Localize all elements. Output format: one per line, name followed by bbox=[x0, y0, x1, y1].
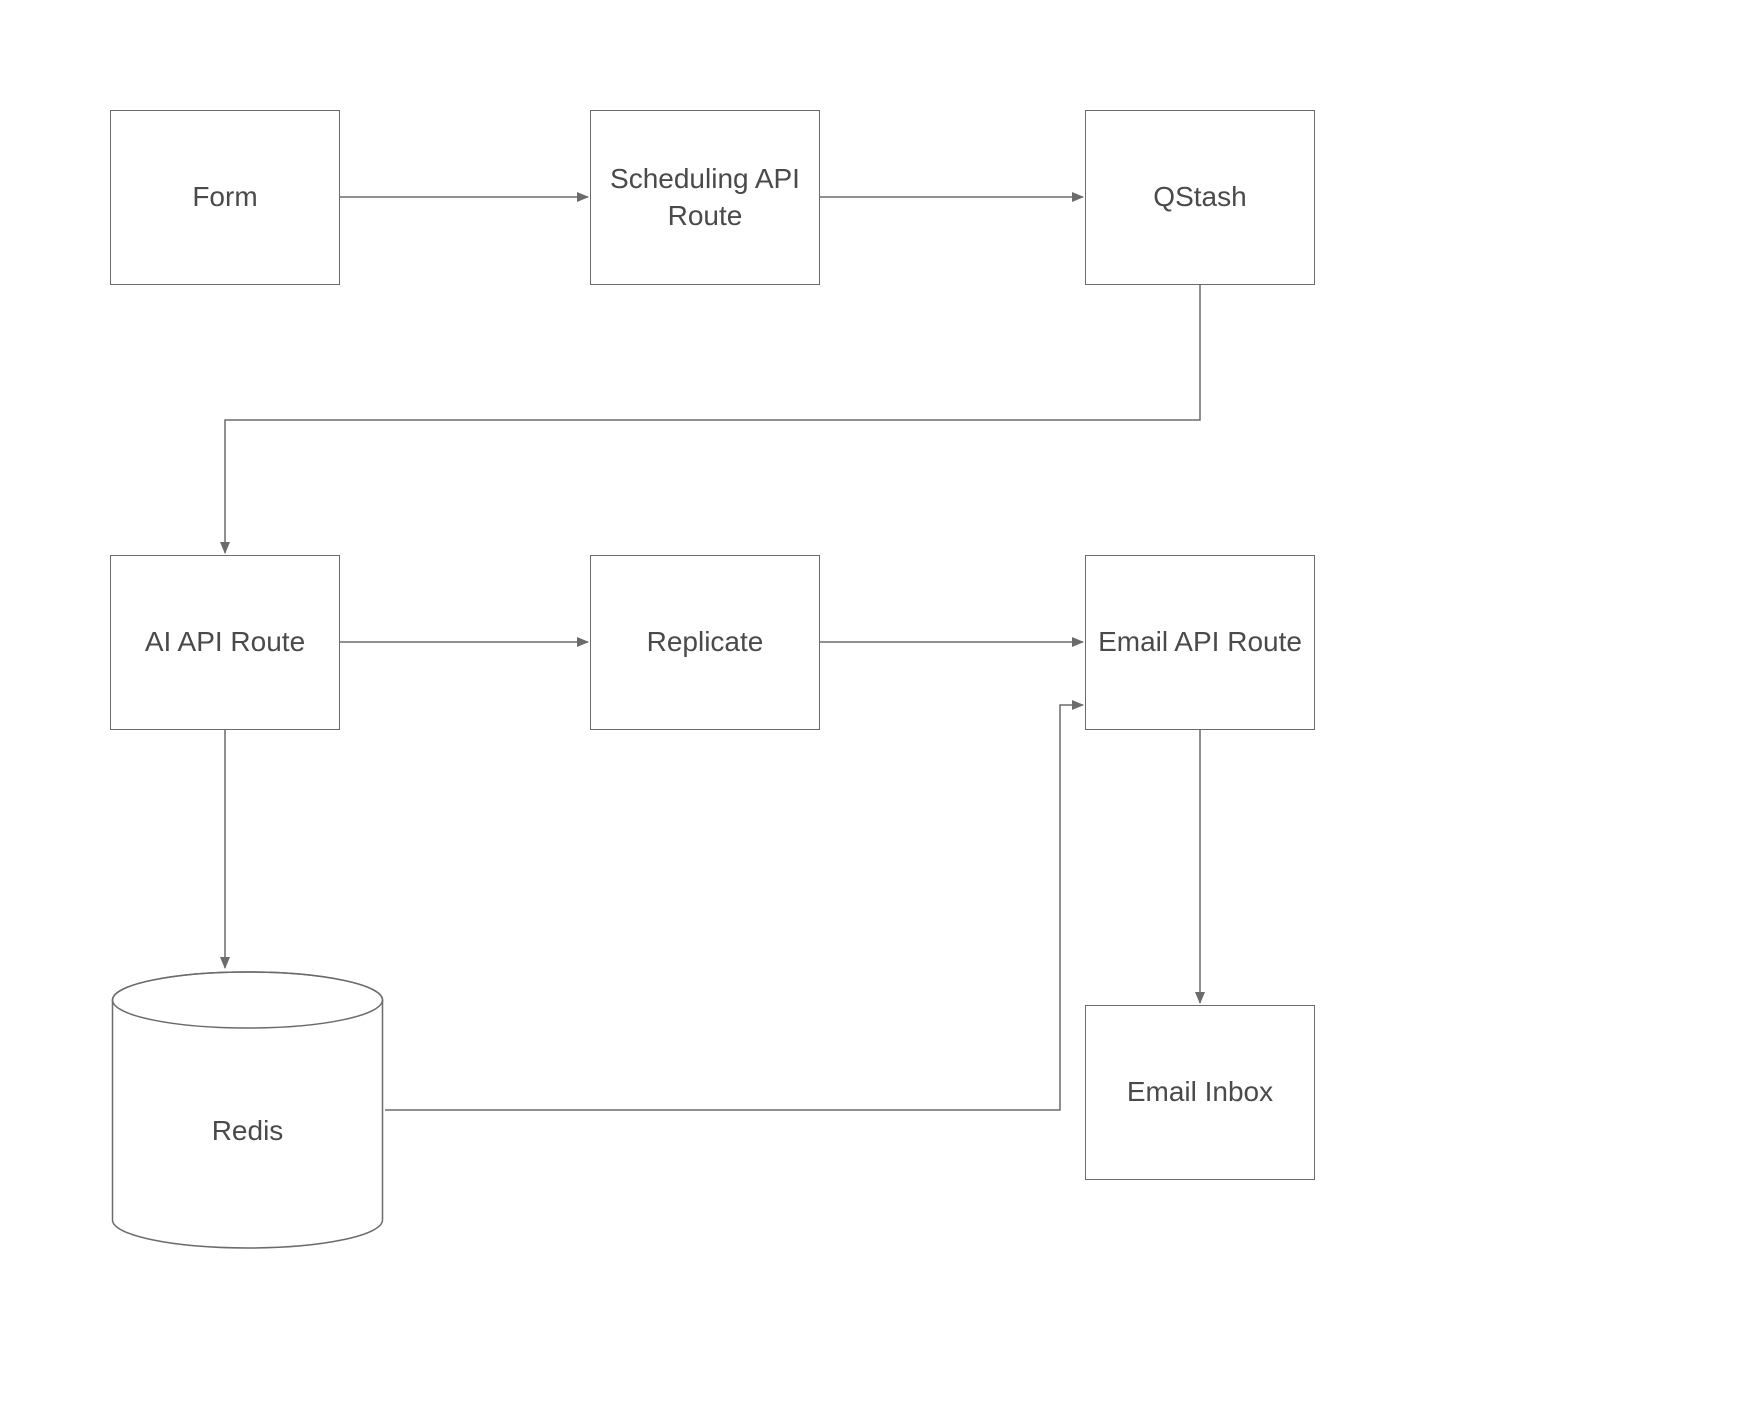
edge-qstash-to-ai-api bbox=[225, 285, 1200, 553]
node-label: QStash bbox=[1153, 179, 1246, 215]
node-label: Redis bbox=[110, 1115, 385, 1147]
node-ai-api-route: AI API Route bbox=[110, 555, 340, 730]
flowchart-diagram: Form Scheduling API Route QStash AI API … bbox=[0, 0, 1755, 1422]
node-email-inbox: Email Inbox bbox=[1085, 1005, 1315, 1180]
node-redis: Redis bbox=[110, 970, 385, 1250]
node-qstash: QStash bbox=[1085, 110, 1315, 285]
node-replicate: Replicate bbox=[590, 555, 820, 730]
node-label: Form bbox=[192, 179, 257, 215]
node-email-api-route: Email API Route bbox=[1085, 555, 1315, 730]
node-form: Form bbox=[110, 110, 340, 285]
node-label: Email API Route bbox=[1098, 624, 1302, 660]
node-label: Replicate bbox=[647, 624, 764, 660]
node-label: Scheduling API Route bbox=[610, 161, 800, 234]
node-scheduling-api-route: Scheduling API Route bbox=[590, 110, 820, 285]
edge-redis-to-email-api bbox=[385, 705, 1083, 1110]
node-label: Email Inbox bbox=[1127, 1074, 1273, 1110]
node-label: AI API Route bbox=[145, 624, 305, 660]
